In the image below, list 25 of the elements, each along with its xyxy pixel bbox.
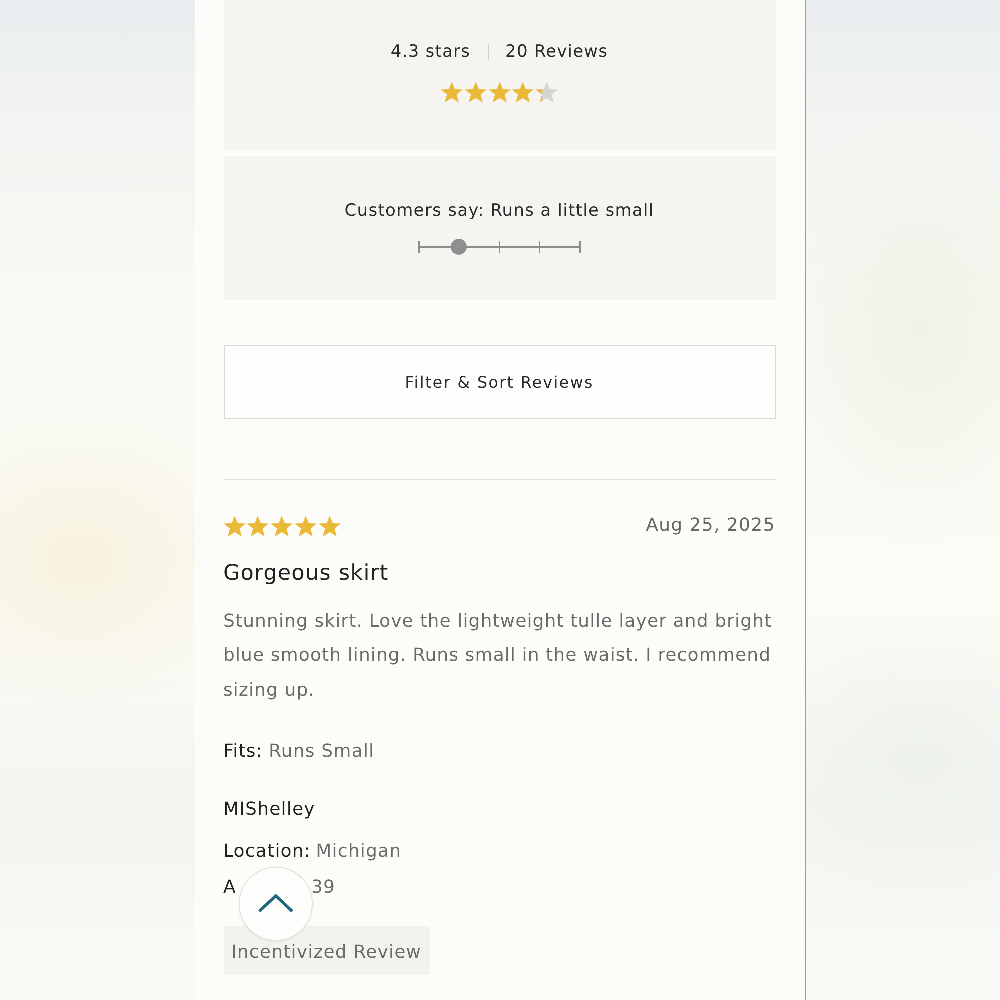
review-text: Stunning skirt. Love the lightweight tulle layer and bright blue smooth lining. Runs small in the waist. I recommend sizing up. [224, 610, 774, 703]
star-icon [440, 82, 463, 103]
fit-summary-text: Customers say: Runs a little small [344, 200, 654, 223]
star-icon [294, 516, 317, 536]
star-icon [512, 82, 534, 103]
detail-label: Location: [224, 841, 312, 862]
detail-label: A [224, 877, 236, 898]
star-icon [536, 82, 558, 103]
detail-value: 39 [312, 876, 336, 900]
review-date: Aug 25, 2025 [646, 514, 776, 538]
chevron-up-icon [258, 894, 294, 912]
filter-sort-button[interactable]: Filter & Sort Reviews [224, 345, 776, 419]
review-title: Gorgeous skirt [224, 560, 390, 588]
detail-value: Runs Small [269, 740, 375, 764]
detail-label: Fits: [224, 740, 264, 764]
star-icon [488, 82, 510, 103]
reviewer-name: MIShelley [224, 798, 316, 822]
detail-value: Michigan [316, 840, 402, 864]
star-icon [247, 516, 270, 536]
star-icon [271, 516, 294, 536]
review-count: 20 Reviews [506, 41, 608, 64]
star-icon [318, 516, 341, 536]
average-rating: 4.3 stars [390, 41, 471, 64]
star-icon [464, 82, 487, 103]
star-icon [224, 516, 246, 536]
